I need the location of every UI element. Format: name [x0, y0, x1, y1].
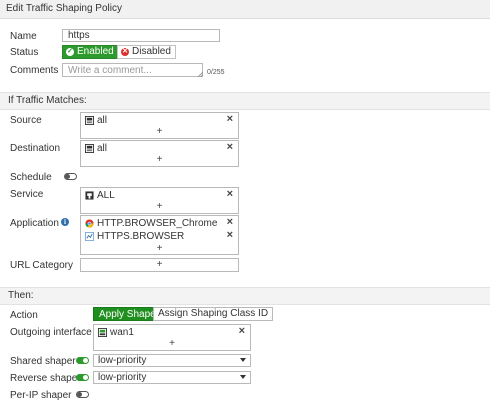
- per-ip-shaper-label: Per-IP shaper: [10, 390, 72, 401]
- chevron-down-icon: [240, 375, 246, 379]
- action-label: Action: [10, 310, 38, 321]
- comments-label: Comments: [10, 65, 59, 76]
- chrome-icon: [85, 218, 94, 228]
- source-entry-label: all: [97, 114, 108, 126]
- name-label: Name: [10, 31, 37, 42]
- status-disabled-button[interactable]: ✕ Disabled: [117, 45, 176, 59]
- outgoing-interface-field[interactable]: wan1 × +: [93, 324, 251, 351]
- status-label: Status: [10, 47, 39, 58]
- if-traffic-matches-heading: If Traffic Matches:: [8, 95, 87, 106]
- service-label: Service: [10, 189, 44, 200]
- status-enabled-label: Enabled: [77, 46, 114, 57]
- remove-application-icon[interactable]: ×: [227, 230, 233, 241]
- service-icon: [85, 190, 94, 200]
- add-destination-button[interactable]: +: [81, 155, 238, 165]
- remove-service-icon[interactable]: ×: [227, 189, 233, 200]
- remove-outgoing-interface-icon[interactable]: ×: [239, 326, 245, 337]
- chevron-down-icon: [240, 358, 246, 362]
- add-service-button[interactable]: +: [81, 202, 238, 212]
- service-field[interactable]: ALL × +: [80, 187, 239, 214]
- then-heading: Then:: [8, 290, 34, 301]
- assign-shaping-class-id-button[interactable]: Assign Shaping Class ID: [153, 307, 274, 321]
- schedule-toggle[interactable]: [64, 173, 77, 180]
- destination-label: Destination: [10, 143, 61, 154]
- browser-app-icon: [85, 231, 94, 241]
- destination-entry: all: [85, 142, 107, 154]
- url-category-label: URL Category: [10, 260, 73, 271]
- url-category-field[interactable]: +: [80, 258, 239, 272]
- schedule-label: Schedule: [10, 172, 52, 183]
- resize-grip-icon[interactable]: [197, 71, 203, 77]
- reverse-shaper-toggle[interactable]: [76, 374, 89, 381]
- status-enabled-button[interactable]: ✓ Enabled: [62, 45, 119, 59]
- info-icon[interactable]: i: [61, 218, 69, 226]
- dialog-title: Edit Traffic Shaping Policy: [6, 3, 122, 14]
- shared-shaper-select[interactable]: low-priority: [93, 354, 251, 367]
- add-url-category-button[interactable]: +: [81, 260, 238, 270]
- x-circle-icon: ✕: [121, 48, 129, 56]
- destination-entry-label: all: [97, 142, 108, 154]
- shared-shaper-toggle[interactable]: [76, 357, 89, 364]
- service-entry-label: ALL: [97, 189, 115, 201]
- if-traffic-matches-section: If Traffic Matches:: [0, 92, 490, 110]
- outgoing-interface-label: Outgoing interface: [10, 327, 92, 338]
- application-entry: HTTP.BROWSER_Chrome: [85, 217, 217, 229]
- then-section: Then:: [0, 287, 490, 305]
- per-ip-shaper-toggle[interactable]: [76, 391, 89, 398]
- address-icon: [85, 143, 94, 153]
- outgoing-interface-entry-label: wan1: [110, 326, 134, 338]
- application-field[interactable]: HTTP.BROWSER_Chrome × HTTPS.BROWSER × +: [80, 215, 239, 255]
- outgoing-interface-entry: wan1: [98, 326, 134, 338]
- destination-field[interactable]: all × +: [80, 140, 239, 167]
- remove-source-icon[interactable]: ×: [227, 114, 233, 125]
- remove-application-icon[interactable]: ×: [227, 217, 233, 228]
- dialog-title-bar: Edit Traffic Shaping Policy: [0, 0, 490, 19]
- reverse-shaper-label: Reverse shaper: [10, 373, 81, 384]
- address-icon: [85, 115, 94, 125]
- source-label: Source: [10, 115, 42, 126]
- add-application-button[interactable]: +: [81, 244, 238, 254]
- reverse-shaper-select[interactable]: low-priority: [93, 371, 251, 384]
- application-entry-label: HTTPS.BROWSER: [97, 230, 185, 242]
- interface-icon: [98, 327, 107, 337]
- reverse-shaper-value: low-priority: [98, 372, 147, 383]
- remove-destination-icon[interactable]: ×: [227, 142, 233, 153]
- comments-textarea[interactable]: [62, 63, 203, 77]
- comment-char-counter: 0/255: [207, 69, 225, 76]
- application-entry-label: HTTP.BROWSER_Chrome: [97, 217, 218, 229]
- source-field[interactable]: all × +: [80, 112, 239, 139]
- add-outgoing-interface-button[interactable]: +: [94, 339, 250, 349]
- add-source-button[interactable]: +: [81, 127, 238, 137]
- application-label: Application: [10, 218, 59, 229]
- check-circle-icon: ✓: [66, 48, 74, 56]
- shared-shaper-label: Shared shaper: [10, 356, 76, 367]
- application-entry: HTTPS.BROWSER: [85, 230, 184, 242]
- shared-shaper-value: low-priority: [98, 355, 147, 366]
- source-entry: all: [85, 114, 107, 126]
- name-input[interactable]: [62, 29, 220, 42]
- status-disabled-label: Disabled: [132, 46, 171, 57]
- service-entry: ALL: [85, 189, 115, 201]
